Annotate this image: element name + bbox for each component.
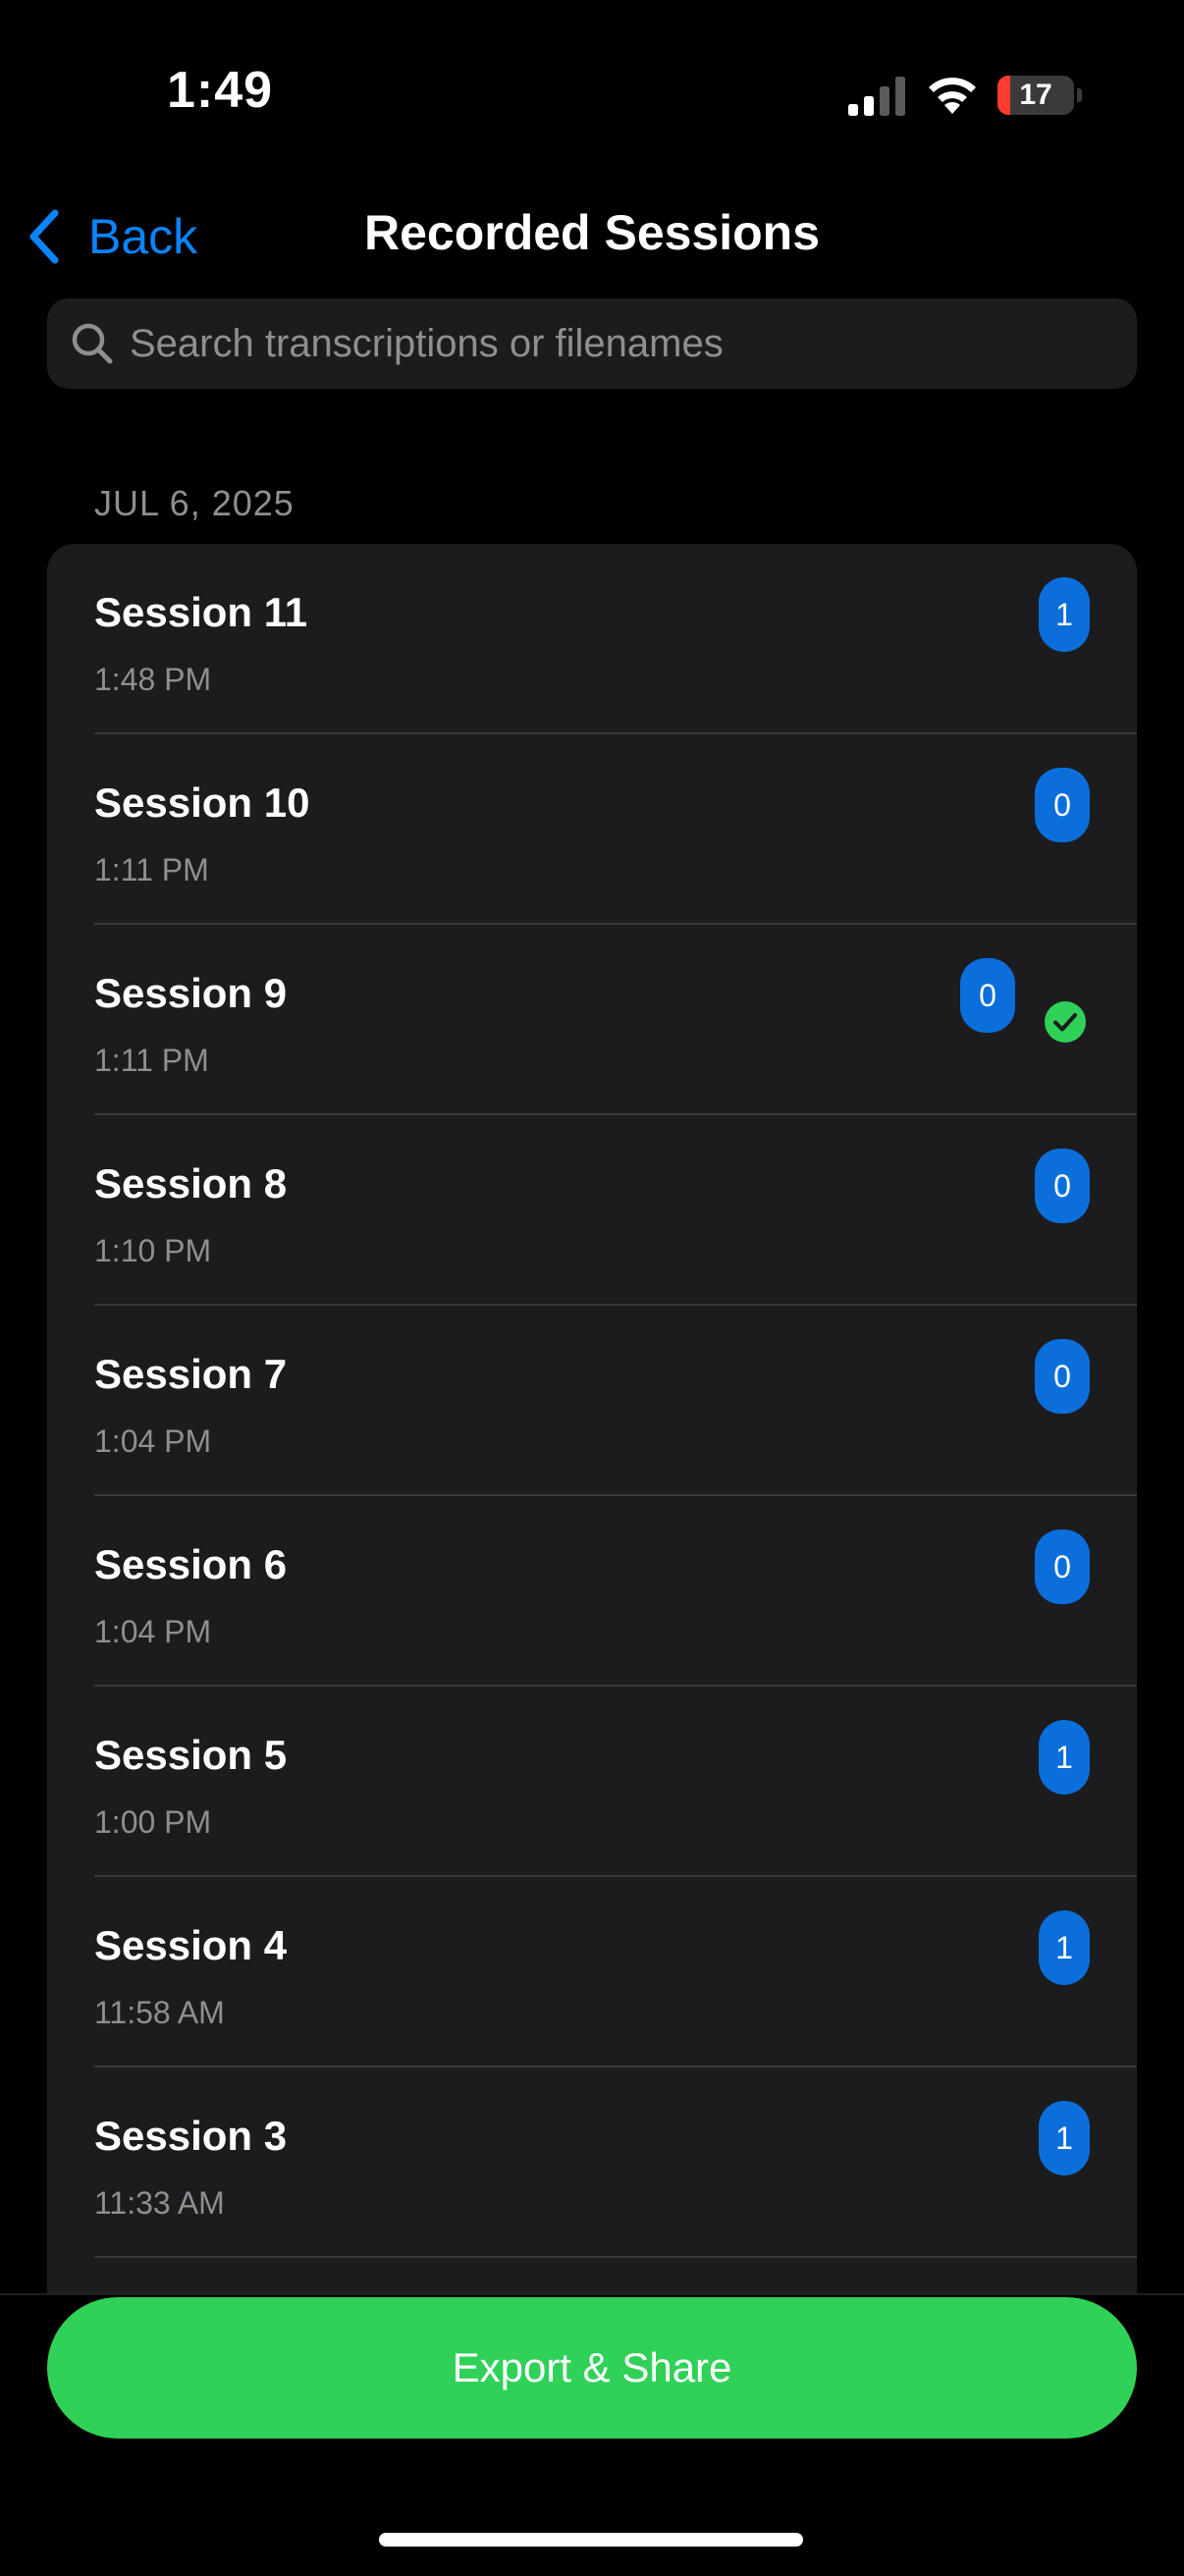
session-time: 1:04 PM [94,1423,212,1459]
count-badge: 0 [1035,1339,1090,1414]
count-badge: 0 [1035,768,1090,842]
status-bar: 1:49 17 [0,0,1184,187]
list-item-session-7[interactable]: Session 7 1:04 PM 0 [47,1306,1137,1496]
count-badge: 0 [1035,1530,1090,1604]
wifi-icon [929,78,976,114]
signal-icon [848,77,905,116]
session-title: Session 5 [94,1732,288,1778]
session-time: 1:00 PM [94,1804,212,1840]
session-title: Session 4 [94,1922,288,1968]
session-title: Session 6 [94,1541,288,1587]
list-item-session-6[interactable]: Session 6 1:04 PM 0 [47,1496,1137,1687]
count-badge: 1 [1039,1910,1090,1985]
list-item-session-5[interactable]: Session 5 1:00 PM 1 [47,1687,1137,1877]
session-title: Session 9 [94,970,288,1016]
count-badge: 1 [1039,577,1090,652]
search-input[interactable] [130,298,1111,389]
list-item-session-10[interactable]: Session 10 1:11 PM 0 [47,734,1137,925]
session-time: 1:10 PM [94,1233,212,1268]
session-time: 1:48 PM [94,662,212,697]
list-item-session-3[interactable]: Session 3 11:33 AM 1 [47,2067,1137,2258]
count-badge: 1 [1039,1720,1090,1795]
search-icon [72,323,113,364]
count-badge: 0 [960,958,1015,1033]
session-title: Session 11 [94,589,308,635]
list-item-session-9[interactable]: Session 9 1:11 PM 0 [47,925,1137,1115]
session-title: Session 8 [94,1160,288,1207]
battery-cap [1077,88,1082,102]
status-time: 1:49 [167,62,274,119]
session-time: 1:11 PM [94,852,209,887]
session-title: Session 3 [94,2113,288,2159]
checkmark-circle-icon [1045,1001,1086,1043]
navigation-bar: Recorded Sessions Back [0,187,1184,285]
back-button[interactable]: Back [24,202,197,271]
session-time: 11:58 AM [94,1995,225,2030]
battery-icon: 17 [997,76,1082,115]
session-title: Session 7 [94,1351,288,1397]
export-share-button[interactable]: Export & Share [47,2297,1137,2439]
session-time: 11:33 AM [94,2185,225,2221]
chevron-left-icon [29,209,59,264]
battery-body: 17 [997,76,1074,115]
count-badge: 1 [1039,2101,1090,2175]
session-time: 1:04 PM [94,1614,212,1649]
list-item-session-11[interactable]: Session 11 1:48 PM 1 [47,544,1137,734]
home-indicator[interactable] [379,2533,803,2547]
search-bar[interactable] [47,298,1137,389]
back-label: Back [88,209,198,264]
battery-percentage: 17 [1019,79,1052,111]
session-title: Session 10 [94,779,310,826]
list-item-session-8[interactable]: Session 8 1:10 PM 0 [47,1115,1137,1306]
sessions-list: Session 11 1:48 PM 1 Session 10 1:11 PM … [47,544,1137,2311]
list-item-session-4[interactable]: Session 4 11:58 AM 1 [47,1877,1137,2067]
section-header-date: JUL 6, 2025 [94,483,295,523]
count-badge: 0 [1035,1149,1090,1223]
session-time: 1:11 PM [94,1043,209,1078]
